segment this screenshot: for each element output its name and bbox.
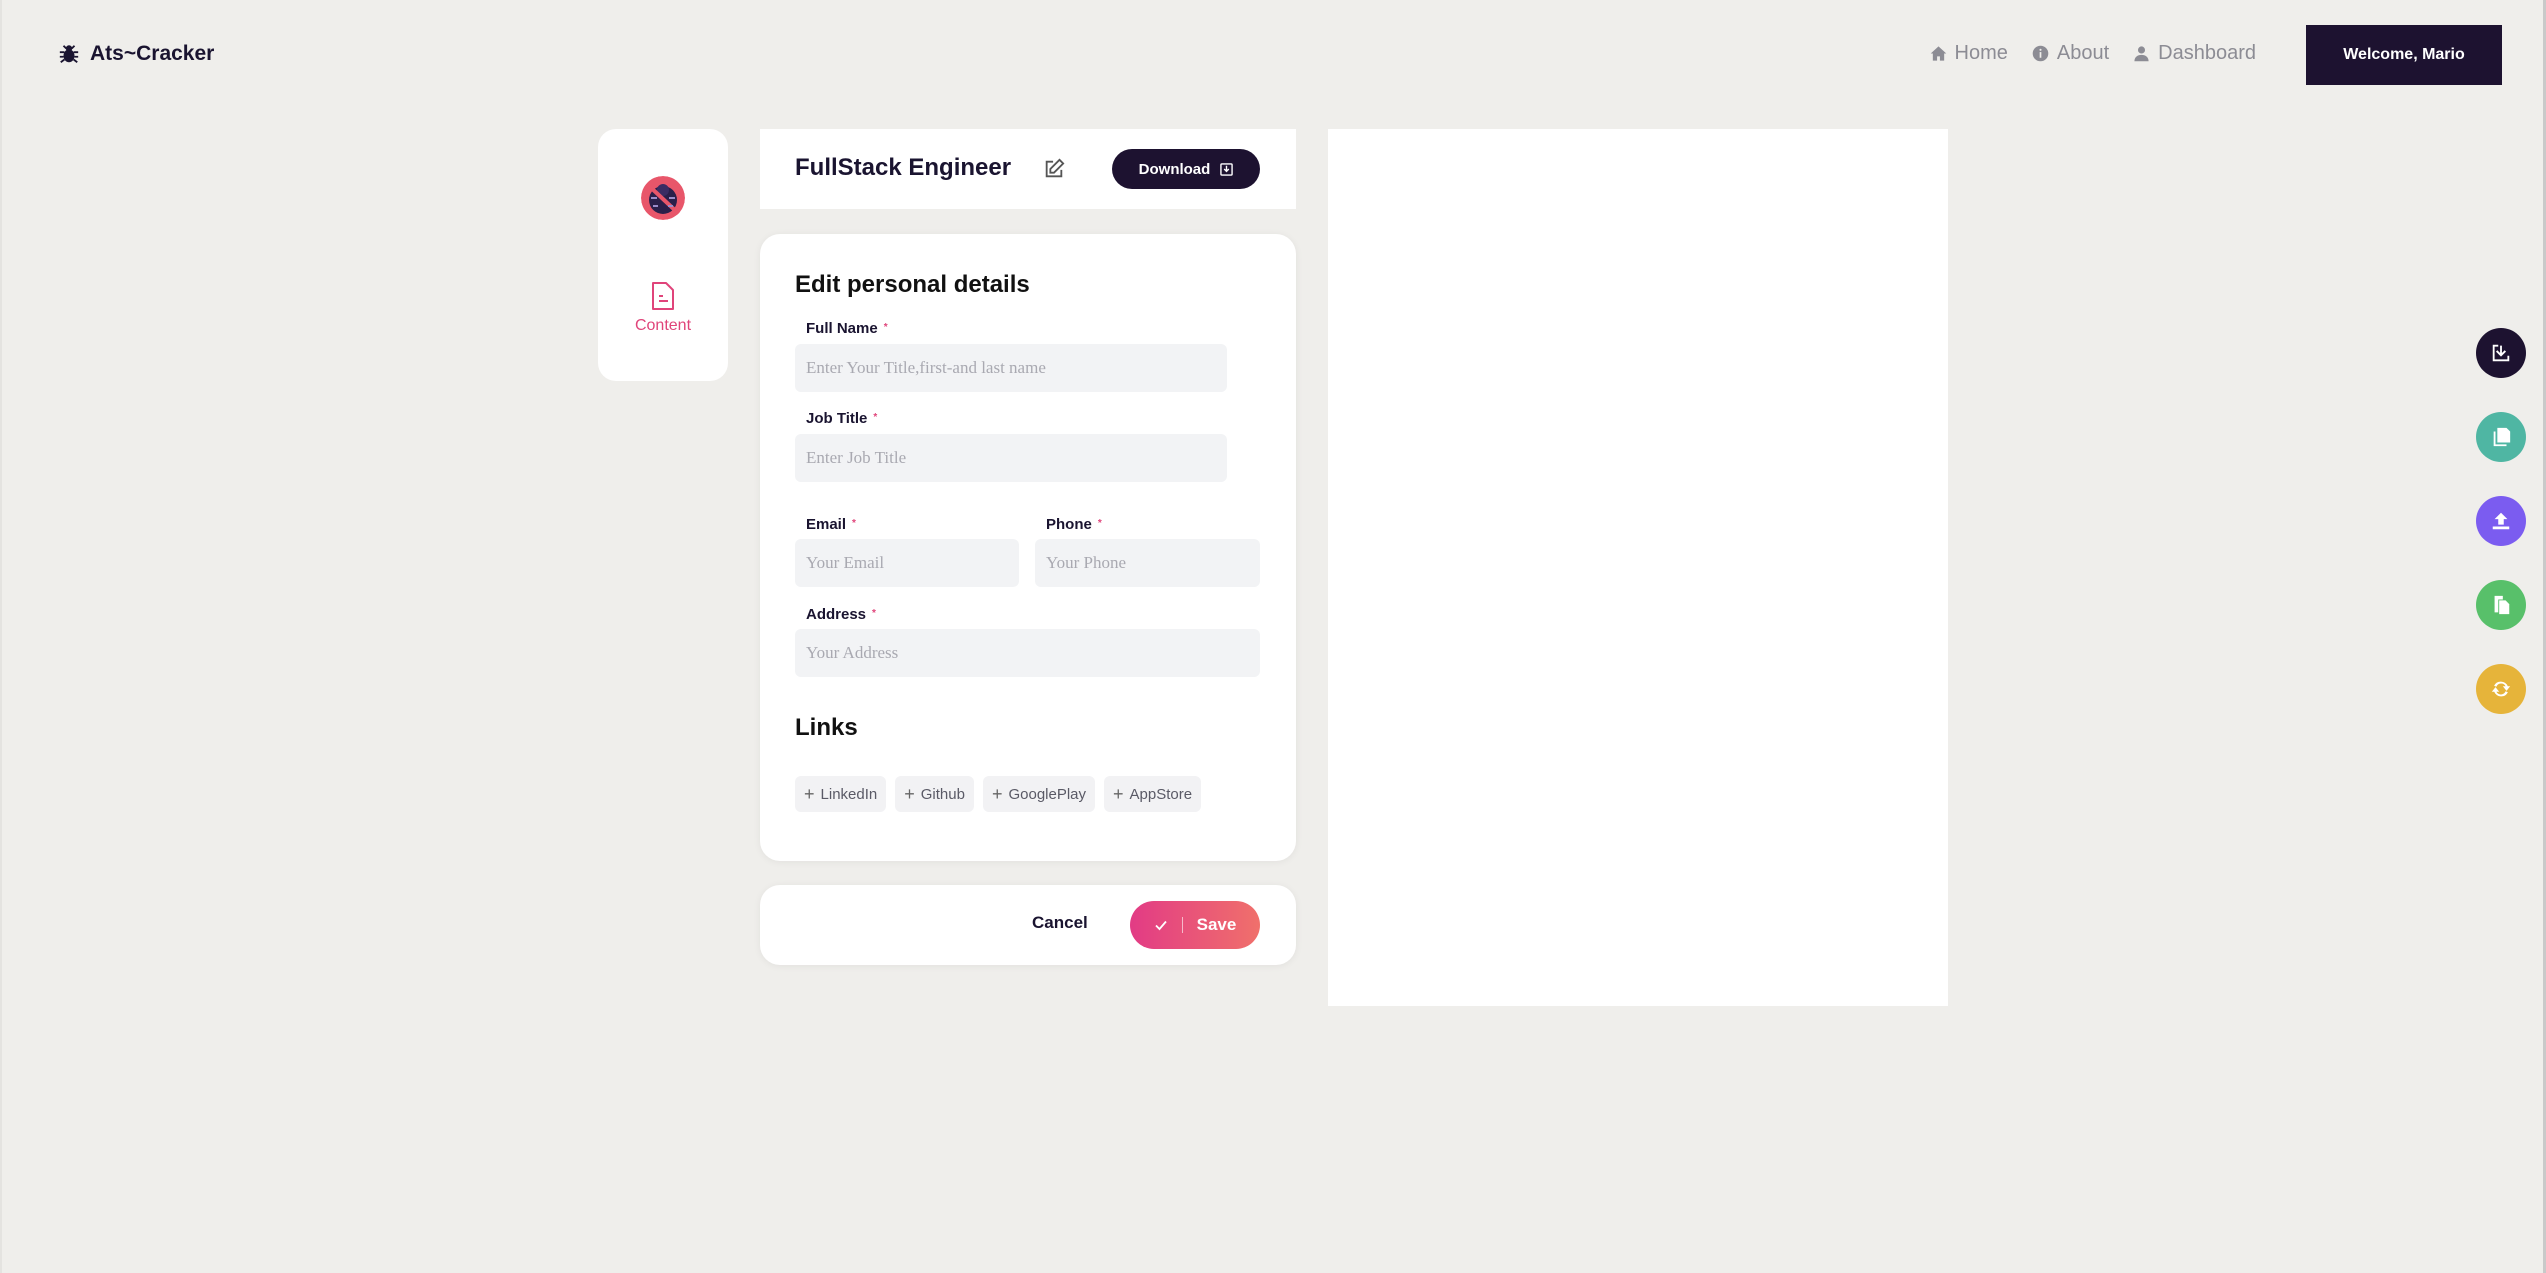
nav-item-label: About (2056, 42, 2110, 64)
required-mark: * (873, 412, 878, 423)
upload-icon (2492, 512, 2510, 530)
add-googleplay-button[interactable]: + GooglePlay (982, 776, 1096, 812)
download-icon (2492, 344, 2510, 362)
links-list: + LinkedIn + Github + GooglePlay + AppSt… (795, 776, 1202, 812)
upload-fab-button[interactable] (2476, 496, 2526, 546)
add-linkedin-button[interactable]: + LinkedIn (795, 776, 887, 812)
nav-item-home[interactable]: Home (1930, 42, 2008, 65)
job-title-label-text: Job Title (806, 410, 868, 427)
link-chip-label: LinkedIn (820, 785, 878, 803)
job-title-label: Job Title * (806, 410, 877, 427)
main-nav: Home About Dashboard (1930, 42, 2256, 65)
brand-logo[interactable]: Ats~Cracker (58, 42, 214, 66)
job-title-input[interactable] (795, 434, 1227, 482)
add-appstore-button[interactable]: + AppStore (1104, 776, 1202, 812)
plus-icon: + (991, 783, 1003, 804)
refresh-icon (2491, 681, 2511, 697)
personal-details-form: Edit personal details Full Name * Job Tit… (760, 234, 1296, 861)
home-icon (1930, 46, 1946, 61)
cancel-button[interactable]: Cancel (1032, 913, 1088, 933)
nav-item-dashboard[interactable]: Dashboard (2133, 42, 2256, 65)
copy-icon (2493, 427, 2511, 447)
link-chip-label: AppStore (1129, 785, 1193, 803)
divider (1181, 917, 1183, 933)
document-title: FullStack Engineer (795, 154, 1012, 181)
link-chip-label: Github (920, 785, 965, 803)
links-heading: Links (795, 714, 858, 741)
phone-label: Phone * (1046, 516, 1102, 533)
nav-item-label: Dashboard (2158, 42, 2256, 64)
required-mark: * (872, 608, 876, 619)
top-navbar: Ats~Cracker Home About Dashboard Welcome… (0, 0, 2546, 110)
welcome-button[interactable]: Welcome, Mario (2306, 25, 2502, 85)
bug-icon (59, 45, 79, 63)
save-button-label: Save (1196, 915, 1237, 934)
brand-name: Ats~Cracker (90, 42, 215, 65)
email-field[interactable] (795, 539, 1019, 587)
add-github-button[interactable]: + Github (895, 776, 974, 812)
sidebar: Content (598, 129, 728, 381)
phone-label-text: Phone (1046, 516, 1092, 533)
plus-icon: + (904, 783, 915, 804)
sidebar-item-label: Content (634, 317, 692, 334)
page-left-border (0, 0, 2, 1273)
address-label: Address * (806, 606, 876, 623)
document-icon (652, 282, 674, 310)
plus-icon: + (1113, 783, 1124, 804)
save-button[interactable]: Save (1130, 901, 1260, 949)
download-button[interactable]: Download (1112, 149, 1260, 189)
avatar[interactable] (641, 176, 685, 220)
plus-icon: + (804, 783, 815, 804)
full-name-label: Full Name * (806, 320, 888, 337)
required-mark: * (883, 322, 888, 333)
info-icon (2032, 45, 2049, 62)
link-chip-label: GooglePlay (1008, 785, 1087, 803)
full-name-input[interactable] (795, 344, 1227, 392)
duplicate-icon (2494, 595, 2510, 615)
phone-field[interactable] (1035, 539, 1260, 587)
address-label-text: Address (806, 606, 867, 623)
document-title-bar: FullStack Engineer Download (760, 129, 1296, 209)
nav-item-about[interactable]: About (2032, 42, 2109, 65)
download-icon (1220, 162, 1234, 176)
email-label: Email * (806, 516, 856, 533)
refresh-fab-button[interactable] (2476, 664, 2526, 714)
download-button-label: Download (1138, 160, 1211, 178)
full-name-label-text: Full Name (806, 320, 878, 337)
nav-item-label: Home (1954, 42, 2008, 64)
edit-icon[interactable] (1043, 158, 1065, 180)
sidebar-item-content[interactable]: Content (598, 280, 728, 335)
resume-preview (1328, 129, 1948, 1006)
check-icon (1155, 920, 1167, 931)
copy-fab-button[interactable] (2476, 412, 2526, 462)
user-icon (2134, 46, 2149, 62)
download-fab-button[interactable] (2476, 328, 2526, 378)
address-field[interactable] (795, 629, 1260, 677)
required-mark: * (852, 518, 856, 529)
required-mark: * (1097, 518, 1102, 529)
duplicate-fab-button[interactable] (2476, 580, 2526, 630)
email-label-text: Email (806, 516, 847, 533)
form-actions: Cancel Save (760, 885, 1296, 965)
personal-details-heading: Edit personal details (795, 271, 1030, 298)
